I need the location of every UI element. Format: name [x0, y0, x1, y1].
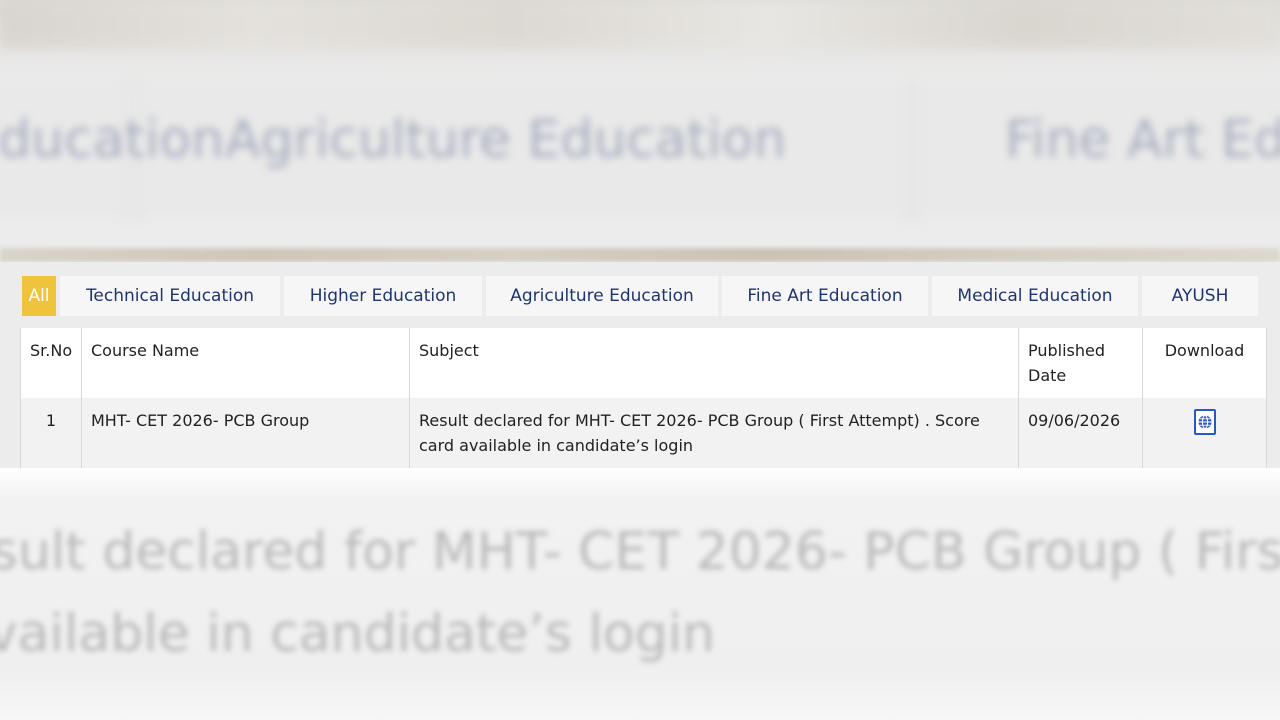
table-header-row: Sr.No Course Name Subject Published Date…	[20, 328, 1267, 398]
header-subject: Subject	[409, 328, 1019, 398]
globe-document-icon[interactable]	[1193, 408, 1216, 435]
background-bottom	[0, 468, 1280, 720]
tab-technical-education[interactable]: Technical Education	[60, 276, 280, 316]
background-tile-label: Agriculture Education	[225, 110, 787, 170]
background-tile-label: Technical Education	[0, 110, 225, 170]
results-table: Sr.No Course Name Subject Published Date…	[20, 328, 1267, 468]
background-image-strip	[0, 248, 1280, 262]
cell-course-name: MHT- CET 2026- PCB Group	[81, 398, 410, 468]
header-download: Download	[1142, 328, 1267, 398]
table-row: 1 MHT- CET 2026- PCB Group Result declar…	[20, 398, 1267, 468]
tab-ayush[interactable]: AYUSH	[1142, 276, 1258, 316]
background-tile-label: Fine Art Education	[1005, 110, 1280, 170]
cell-subject: Result declared for MHT- CET 2026- PCB G…	[409, 398, 1019, 468]
tab-agriculture-education[interactable]: Agriculture Education	[486, 276, 718, 316]
page: Technical Education Agriculture Educatio…	[0, 0, 1280, 720]
results-panel: All Technical Education Higher Education…	[0, 262, 1280, 468]
background-subject-line: available in candidate’s login	[0, 604, 716, 664]
tab-medical-education[interactable]: Medical Education	[932, 276, 1138, 316]
background-subject-line: Result declared for MHT- CET 2026- PCB G…	[0, 522, 1280, 582]
cell-published-date: 09/06/2026	[1018, 398, 1143, 468]
cell-download	[1142, 398, 1267, 468]
tab-all[interactable]: All	[22, 276, 56, 316]
tab-fine-art-education[interactable]: Fine Art Education	[722, 276, 928, 316]
cell-sr-no: 1	[20, 398, 82, 468]
globe-icon	[1198, 414, 1211, 429]
background-banner-image	[0, 0, 1280, 48]
header-sr-no: Sr.No	[20, 328, 82, 398]
tab-higher-education[interactable]: Higher Education	[284, 276, 482, 316]
category-tabs: All Technical Education Higher Education…	[22, 276, 1258, 316]
header-course-name: Course Name	[81, 328, 410, 398]
header-published-date: Published Date	[1018, 328, 1143, 398]
